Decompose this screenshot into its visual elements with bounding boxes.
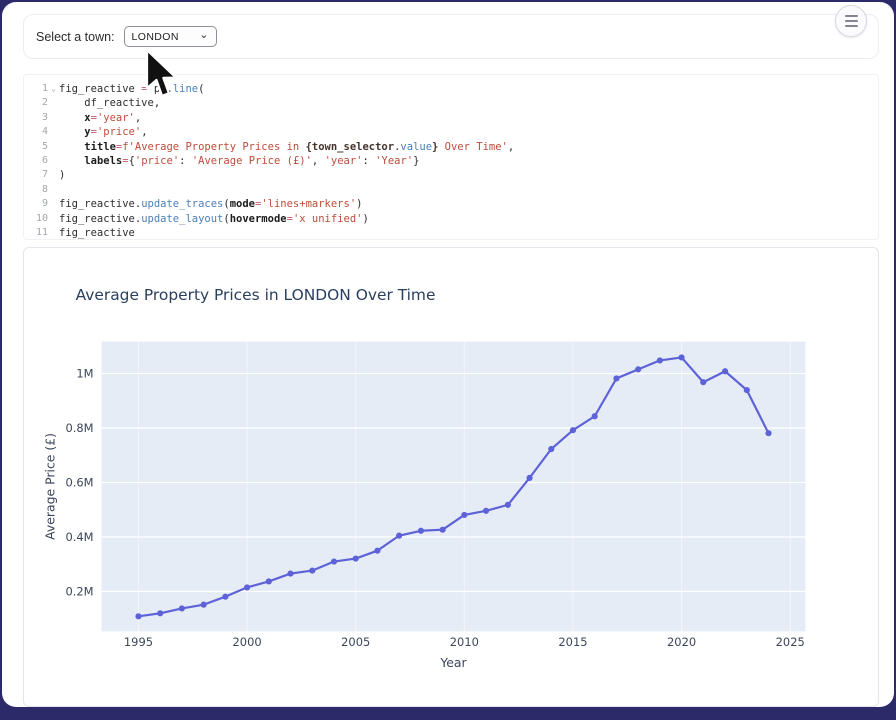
data-point-marker (526, 475, 532, 481)
data-point-marker (461, 512, 467, 518)
fold-gutter (48, 168, 59, 182)
data-point-marker (592, 413, 598, 419)
data-point-marker (374, 548, 380, 554)
town-dropdown-value: LONDON (132, 31, 179, 43)
fold-gutter (48, 125, 59, 139)
data-point-marker (157, 610, 163, 616)
data-point-marker (440, 527, 446, 533)
chart-output-card[interactable]: 1995 2000 2005 2010 2015 2020 2025 0.2M 0.4M 0.6M… (23, 247, 879, 707)
fold-chevron-icon[interactable]: ⌄ (48, 82, 59, 96)
y-tick-label: 1M (76, 366, 93, 380)
x-tick-label: 2020 (667, 635, 696, 649)
x-tick-label: 2015 (558, 635, 587, 649)
y-tick-label: 0.6M (65, 475, 93, 489)
data-point-marker (266, 578, 272, 584)
x-tick-label: 2010 (450, 635, 479, 649)
data-point-marker (135, 613, 141, 619)
code-cell-editor[interactable]: 1⌄fig_reactive = px.line(2 df_reactive,3… (23, 74, 879, 240)
data-point-marker (483, 508, 489, 514)
data-point-marker (396, 533, 402, 539)
code-line: 7) (24, 168, 878, 182)
data-point-marker (505, 502, 511, 508)
code-line: 9fig_reactive.update_traces(mode='lines+… (24, 197, 878, 211)
data-point-marker (201, 602, 207, 608)
code-line: 1⌄fig_reactive = px.line( (24, 82, 878, 96)
data-point-marker (613, 375, 619, 381)
fold-gutter (48, 212, 59, 226)
x-tick-label: 2000 (233, 635, 262, 649)
data-point-marker (700, 379, 706, 385)
x-axis-title: Year (439, 655, 467, 670)
data-point-marker (679, 354, 685, 360)
code-lines: 1⌄fig_reactive = px.line(2 df_reactive,3… (24, 82, 878, 240)
data-point-marker (353, 555, 359, 561)
code-line: 8 (24, 183, 878, 197)
data-point-marker (179, 605, 185, 611)
data-point-marker (635, 366, 641, 372)
data-point-marker (722, 368, 728, 374)
data-point-marker (244, 584, 250, 590)
fold-gutter (48, 197, 59, 211)
fold-gutter (48, 140, 59, 154)
menu-button[interactable] (835, 5, 867, 37)
data-point-marker (570, 427, 576, 433)
code-line: 3 x='year', (24, 111, 878, 125)
notebook-card: Select a town: LONDON ⌄ 1⌄fig_reactive =… (2, 2, 894, 707)
data-point-marker (418, 528, 424, 534)
data-point-marker (765, 430, 771, 436)
y-axis-title: Average Price (£) (43, 433, 58, 540)
y-tick-label: 0.4M (65, 530, 93, 544)
data-point-marker (309, 568, 315, 574)
code-line: 4 y='price', (24, 125, 878, 139)
fold-gutter (48, 111, 59, 125)
town-dropdown[interactable]: LONDON ⌄ (124, 26, 217, 47)
town-selector-widget: Select a town: LONDON ⌄ (23, 14, 879, 59)
code-line: 5 title=f'Average Property Prices in {to… (24, 140, 878, 154)
data-point-marker (548, 446, 554, 452)
data-point-marker (657, 357, 663, 363)
fold-gutter (48, 154, 59, 168)
data-point-marker (331, 558, 337, 564)
app-background: { "app": { "background_color": "#2c2a68"… (0, 0, 896, 720)
chevron-down-icon: ⌄ (199, 30, 208, 41)
code-line: 6 labels={'price': 'Average Price (£)', … (24, 154, 878, 168)
plot-area (102, 342, 806, 632)
code-line: 10fig_reactive.update_layout(hovermode='… (24, 212, 878, 226)
y-tick-label: 0.2M (65, 584, 93, 598)
data-point-marker (287, 570, 293, 576)
select-town-label: Select a town: (36, 30, 115, 44)
fold-gutter (48, 226, 59, 240)
fold-gutter (48, 96, 59, 110)
x-tick-label: 2025 (776, 635, 805, 649)
x-tick-label: 1995 (124, 635, 153, 649)
fold-gutter (48, 183, 59, 197)
code-line: 11fig_reactive (24, 226, 878, 240)
data-point-marker (744, 387, 750, 393)
chart-title: Average Property Prices in LONDON Over T… (76, 286, 436, 304)
x-tick-label: 2005 (341, 635, 370, 649)
property-price-line-chart[interactable]: 1995 2000 2005 2010 2015 2020 2025 0.2M 0.4M 0.6M… (24, 248, 878, 706)
code-line: 2 df_reactive, (24, 96, 878, 110)
data-point-marker (222, 594, 228, 600)
y-tick-label: 0.8M (65, 421, 93, 435)
